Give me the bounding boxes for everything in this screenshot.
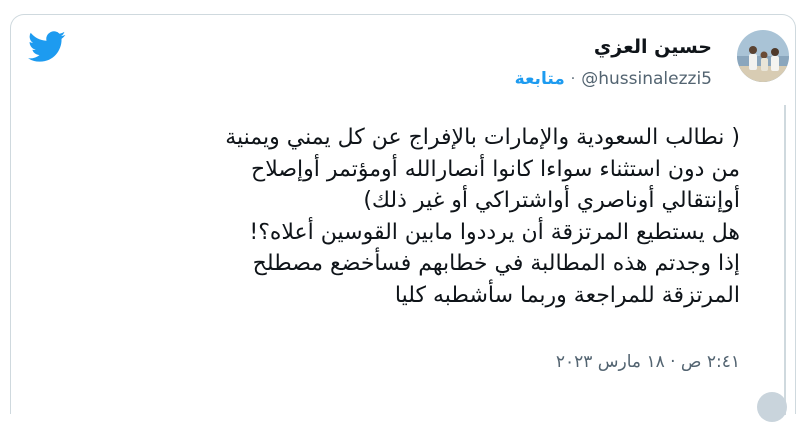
avatar[interactable] (737, 30, 789, 82)
tweet-text: ( نطالب السعودية والإمارات بالإفراج عن ك… (225, 125, 740, 308)
author-handle[interactable]: @hussinalezzi5 (581, 69, 712, 89)
thread-line (784, 105, 786, 415)
reply-avatar[interactable] (757, 392, 787, 422)
author-name[interactable]: حسين العزي (594, 36, 712, 58)
avatar-photo (737, 30, 789, 82)
follow-button[interactable]: متابعة (515, 69, 565, 89)
author-meta: @hussinalezzi5 · متابعة (515, 69, 712, 89)
twitter-bird-icon[interactable] (28, 31, 66, 63)
tweet-timestamp[interactable]: ٢:٤١ ص · ١٨ مارس ٢٠٢٣ (556, 352, 740, 372)
separator-dot: · (570, 71, 576, 87)
